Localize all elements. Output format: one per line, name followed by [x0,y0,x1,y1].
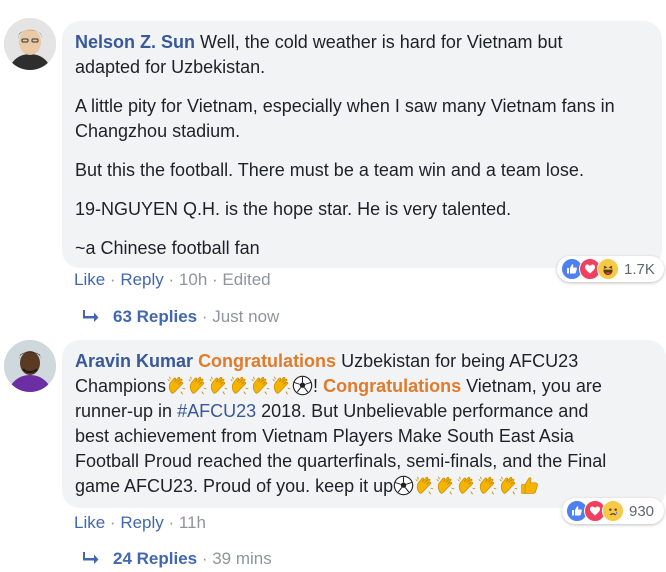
clapping-hands-icon [229,375,250,396]
replies-time: Just now [212,307,280,326]
author-name[interactable]: Aravin Kumar [75,351,193,371]
reply-link[interactable]: Reply [120,270,163,289]
comment-line: runner-up in [75,401,173,421]
separator-dot: · [109,270,121,289]
soccer-ball-icon [393,475,414,496]
highlight-word[interactable]: Congratulations [198,351,336,371]
reaction-count: 1.7K [624,260,655,278]
clapping-hands-icon [414,475,435,496]
comment-line: 19-NGUYEN Q.H. is the hope star. He is v… [75,199,512,219]
sad-icon [602,500,624,522]
hashtag-link[interactable]: #AFCU23 [177,401,256,421]
soccer-ball-icon [292,375,313,396]
replies-count[interactable]: 63 Replies [113,307,197,327]
reaction-summary[interactable]: 930 [562,498,664,524]
clapping-hands-icon [456,475,477,496]
clapping-hands-icon [208,375,229,396]
separator-dot: · [212,270,223,289]
thumbs-up-icon [519,475,540,496]
clapping-hands-icon [498,475,519,496]
comment-text: Aravin Kumar Congratulations Uzbekistan … [75,349,654,499]
comment-line: game AFCU23. Proud of you. keep it up [75,476,394,496]
highlight-word[interactable]: Congratulations [323,376,461,396]
comment-line: Well, the cold weather is hard for Vietn… [200,32,563,52]
timestamp[interactable]: 10h [179,270,207,289]
comment-text: Nelson Z. Sun Well, the cold weather is … [75,30,650,80]
separator-dot: · [197,549,213,568]
reply-arrow-icon [83,549,99,569]
comment-line: A little pity for Vietnam, especially wh… [75,96,615,116]
comment-line: 2018. But Unbelievable performance and [261,401,589,421]
view-replies-link[interactable]: 63 Replies · Just now [83,307,279,327]
separator-dot: · [109,513,121,532]
comment-line: Changzhou stadium. [75,121,241,141]
comment-paragraph: A little pity for Vietnam, especially wh… [75,94,650,144]
avatar[interactable] [4,18,56,70]
separator-dot: · [197,307,213,326]
author-name[interactable]: Nelson Z. Sun [75,32,195,52]
clapping-hands-icon [477,475,498,496]
clapping-hands-icon [435,475,456,496]
timestamp[interactable]: 11h [179,513,206,532]
avatar[interactable] [4,340,56,392]
comment-bubble: Aravin Kumar Congratulations Uzbekistan … [62,340,666,508]
like-link[interactable]: Like [74,270,105,289]
comment-line: best achievement from Vietnam Players Ma… [75,426,574,446]
reaction-summary[interactable]: 1.7K [557,256,664,282]
comment-line: Uzbekistan for being AFCU23 [341,351,579,371]
replies-count[interactable]: 24 Replies [113,549,197,569]
comment-paragraph: But this the football. There must be a t… [75,158,650,183]
reaction-count: 930 [629,502,655,520]
comment-line: Champions [75,376,167,396]
comment-bubble: Nelson Z. Sun Well, the cold weather is … [62,21,662,268]
comment-line: ! [313,376,319,396]
comment-line: Vietnam, you are [466,376,602,396]
comment-paragraph: 19-NGUYEN Q.H. is the hope star. He is v… [75,197,650,222]
comment-actions: Like · Reply · 10h · Edited [74,270,271,290]
clapping-hands-icon [166,375,187,396]
clapping-hands-icon [187,375,208,396]
like-link[interactable]: Like [74,513,105,532]
clapping-hands-icon [250,375,271,396]
reply-arrow-icon [83,307,99,327]
separator-dot: · [168,513,179,532]
haha-icon [597,258,619,280]
comment-actions: Like · Reply · 11h [74,513,206,533]
edited-label[interactable]: Edited [222,270,270,289]
view-replies-link[interactable]: 24 Replies · 39 mins [83,549,272,569]
clapping-hands-icon [271,375,292,396]
comment-line: But this the football. There must be a t… [75,160,584,180]
comment-line: Football Proud reached the quarterfinals… [75,451,607,471]
replies-time: 39 mins [212,549,272,568]
separator-dot: · [168,270,179,289]
comment-line: adapted for Uzbekistan. [75,57,266,77]
reply-link[interactable]: Reply [120,513,163,532]
